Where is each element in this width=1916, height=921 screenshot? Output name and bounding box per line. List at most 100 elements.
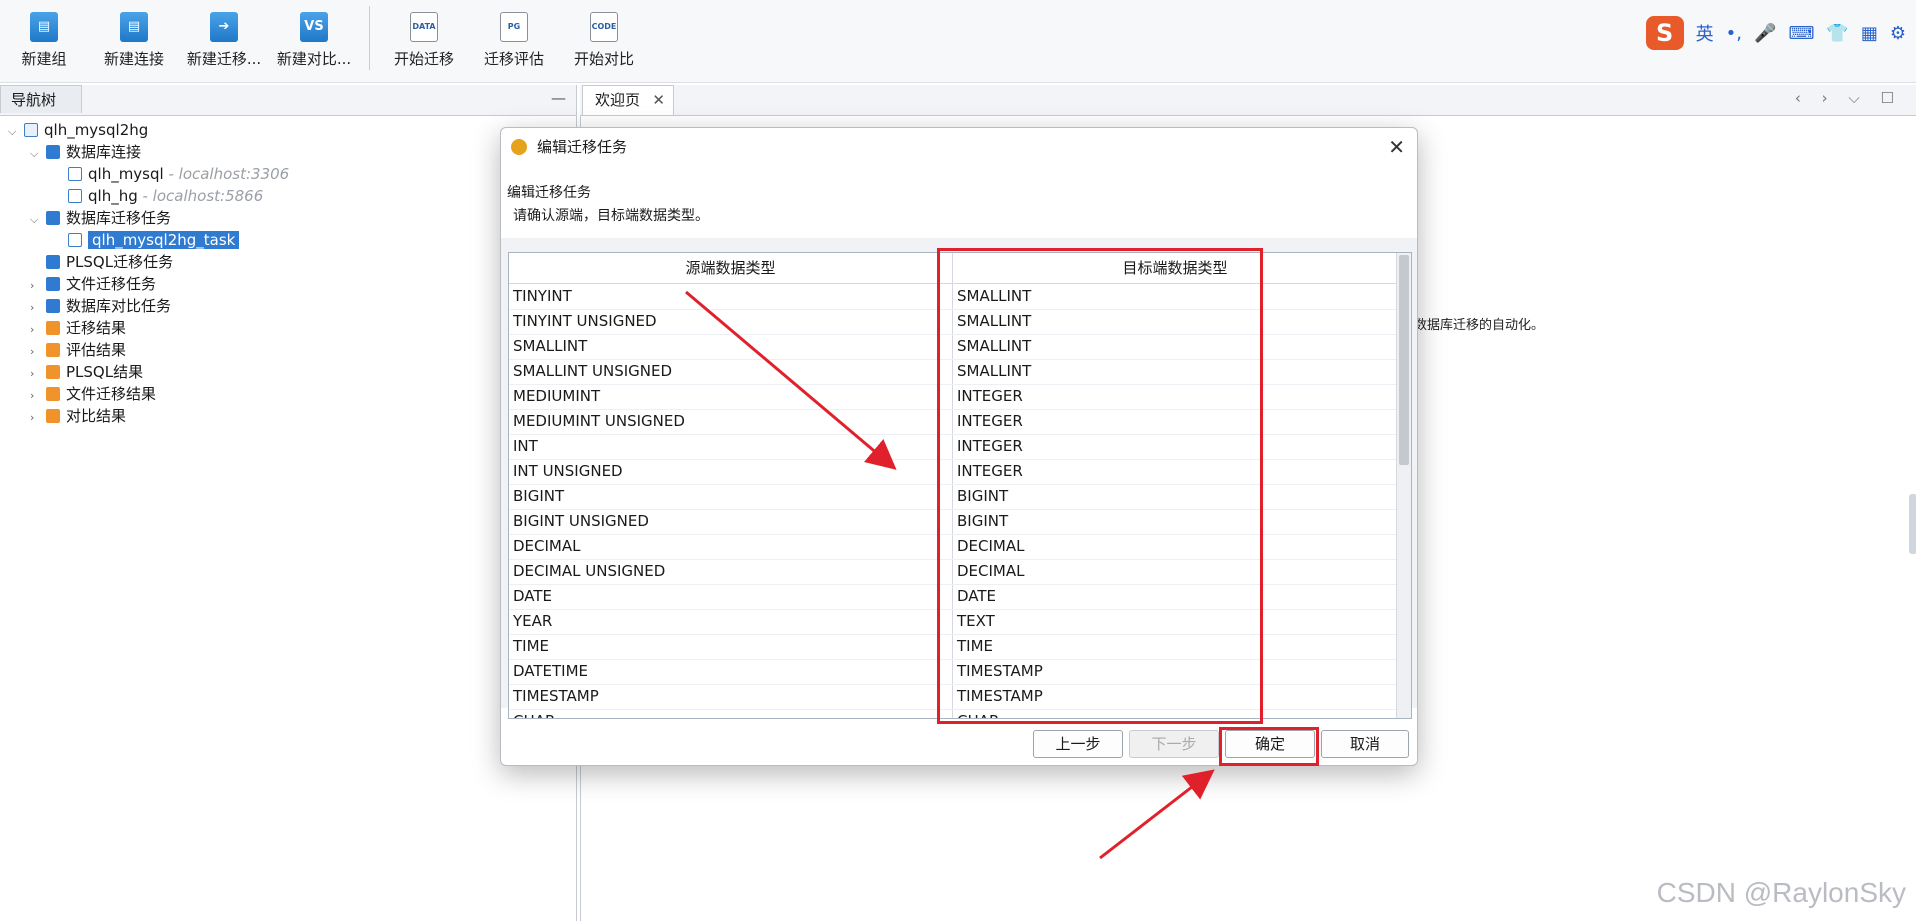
connection-icon: ▤ — [120, 12, 148, 42]
chevron-right-icon[interactable]: › — [30, 297, 42, 319]
tree-node-task-selected[interactable]: qlh_mysql2hg_task — [64, 229, 240, 251]
ime-toolbar: S 英 •, 🎤 ⌨ 👕 ▦ ⚙ — [1645, 16, 1906, 50]
tree-node-plsql[interactable]: PLSQL迁移任务 — [42, 251, 173, 273]
source-type-cell: MEDIUMINT UNSIGNED — [513, 412, 685, 430]
new-migration-button[interactable]: ➔ 新建迁移... — [180, 8, 268, 74]
cancel-button[interactable]: 取消 — [1321, 730, 1409, 758]
dialog-titlebar: 编辑迁移任务 ✕ — [501, 128, 1417, 166]
welcome-text: 数据库迁移的自动化。 — [1414, 318, 1545, 333]
migration-icon: ➔ — [210, 12, 238, 42]
navigation-panel: 导航树 — ⌵ qlh_mysql2hg ⌵ 数据库连接 qlh_mysql - l… — [0, 85, 577, 921]
ime-lang-toggle[interactable]: 英 — [1696, 20, 1714, 46]
chevron-right-icon[interactable]: › — [30, 385, 42, 407]
connection-file-icon — [68, 189, 82, 203]
tree-node-db-connections[interactable]: ⌵ 数据库连接 — [30, 141, 141, 163]
side-panel-handle[interactable] — [1909, 494, 1916, 554]
connection-file-icon — [68, 167, 82, 181]
column-header-source[interactable]: 源端数据类型 — [509, 253, 953, 283]
chevron-right-icon[interactable]: › — [30, 341, 42, 363]
source-type-cell: INT — [513, 437, 538, 455]
tree-node-migration-tasks[interactable]: ⌵ 数据库迁移任务 — [30, 207, 171, 229]
dialog-title: 编辑迁移任务 — [537, 138, 628, 156]
group-icon: ▤ — [30, 12, 58, 42]
new-compare-button[interactable]: VS 新建对比... — [270, 8, 358, 74]
tree-node-file-migration[interactable]: › 文件迁移任务 — [30, 273, 156, 295]
main-toolbar: ▤ 新建组 ▤ 新建连接 ➔ 新建迁移... VS 新建对比... DATA 开… — [0, 0, 1916, 83]
migration-evaluate-button[interactable]: PG 迁移评估 — [470, 8, 558, 74]
source-type-cell: CHAR — [513, 709, 949, 718]
source-type-cell: DATETIME — [513, 662, 589, 680]
plsql-icon — [46, 255, 60, 269]
source-type-cell: TIME — [513, 637, 550, 655]
source-type-cell: DATE — [513, 587, 553, 605]
start-compare-button[interactable]: CODE 开始对比 — [560, 8, 648, 74]
migration-task-icon — [46, 211, 60, 225]
next-step-button[interactable]: 下一步 — [1129, 730, 1219, 758]
annotation-box-confirm — [1219, 727, 1319, 766]
microphone-icon[interactable]: 🎤 — [1754, 23, 1776, 44]
nav-header — [0, 85, 576, 116]
file-migration-icon — [46, 277, 60, 291]
chevron-down-icon[interactable]: ⌵ — [30, 143, 42, 165]
editor-nav-controls[interactable]: ‹ › ⌵ ☐ — [1795, 89, 1902, 107]
apps-grid-icon[interactable]: ▦ — [1861, 23, 1878, 44]
dialog-heading: 编辑迁移任务 — [507, 185, 591, 201]
tree-node-eval-results[interactable]: › 评估结果 — [30, 339, 126, 361]
source-type-cell: YEAR — [513, 612, 553, 630]
pg-evaluate-icon: PG — [500, 12, 528, 42]
source-type-cell: INT UNSIGNED — [513, 462, 623, 480]
scrollbar-thumb[interactable] — [1399, 255, 1409, 465]
chevron-right-icon[interactable]: › — [30, 407, 42, 429]
chevron-down-icon[interactable]: ⌵ — [8, 121, 20, 143]
database-icon — [46, 145, 60, 159]
tree-node-migration-results[interactable]: › 迁移结果 — [30, 317, 126, 339]
tree-node-db-compare[interactable]: › 数据库对比任务 — [30, 295, 171, 317]
compare-icon: VS — [300, 12, 328, 42]
annotation-box-target-types — [937, 248, 1263, 724]
folder-icon — [46, 365, 60, 379]
project-icon — [24, 123, 38, 137]
source-type-cell: TINYINT UNSIGNED — [513, 312, 657, 330]
tree-node-conn-hg[interactable]: qlh_hg - localhost:5866 — [64, 185, 263, 207]
dialog-header: 编辑迁移任务 请确认源端，目标端数据类型。 — [501, 168, 1417, 236]
ime-punctuation-toggle[interactable]: •, — [1726, 23, 1742, 44]
start-migration-button[interactable]: DATA 开始迁移 — [380, 8, 468, 74]
new-group-button[interactable]: ▤ 新建组 — [0, 8, 88, 74]
keyboard-icon[interactable]: ⌨ — [1788, 23, 1814, 44]
tree-node-file-results[interactable]: › 文件迁移结果 — [30, 383, 156, 405]
folder-icon — [46, 387, 60, 401]
app-logo-icon — [511, 139, 527, 155]
source-type-cell: MEDIUMINT — [513, 387, 601, 405]
close-icon[interactable]: ✕ — [652, 86, 665, 114]
vertical-scrollbar[interactable] — [1396, 253, 1411, 718]
dialog-description: 请确认源端，目标端数据类型。 — [513, 208, 709, 224]
chevron-right-icon[interactable]: › — [30, 319, 42, 341]
tree-node-plsql-results[interactable]: › PLSQL结果 — [30, 361, 143, 383]
folder-icon — [46, 321, 60, 335]
close-icon[interactable]: ✕ — [1388, 128, 1405, 166]
toolbar-separator — [369, 6, 370, 70]
chevron-down-icon[interactable]: ⌵ — [30, 209, 42, 231]
source-type-cell: SMALLINT UNSIGNED — [513, 362, 673, 380]
new-connection-button[interactable]: ▤ 新建连接 — [90, 8, 178, 74]
settings-icon[interactable]: ⚙ — [1890, 23, 1906, 44]
editor-tabbar — [580, 85, 1916, 116]
task-file-icon — [68, 233, 82, 247]
chevron-right-icon[interactable]: › — [30, 363, 42, 385]
sogou-logo-icon[interactable]: S — [1645, 16, 1684, 50]
chevron-right-icon[interactable]: › — [30, 275, 42, 297]
tab-welcome[interactable]: 欢迎页 ✕ — [582, 85, 674, 115]
tree-node-root[interactable]: ⌵ qlh_mysql2hg — [8, 119, 148, 141]
skin-icon[interactable]: 👕 — [1826, 23, 1848, 44]
data-start-icon: DATA — [410, 12, 438, 42]
tab-nav-tree[interactable]: 导航树 — [0, 85, 82, 113]
source-type-cell: SMALLINT — [513, 337, 588, 355]
source-type-cell: TIMESTAMP — [513, 687, 599, 705]
folder-icon — [46, 343, 60, 357]
prev-step-button[interactable]: 上一步 — [1033, 730, 1123, 758]
folder-icon — [46, 409, 60, 423]
tree-node-conn-mysql[interactable]: qlh_mysql - localhost:3306 — [64, 163, 289, 185]
minimize-icon[interactable]: — — [551, 89, 566, 107]
tree-node-compare-results[interactable]: › 对比结果 — [30, 405, 126, 427]
source-type-cell: BIGINT — [513, 487, 565, 505]
